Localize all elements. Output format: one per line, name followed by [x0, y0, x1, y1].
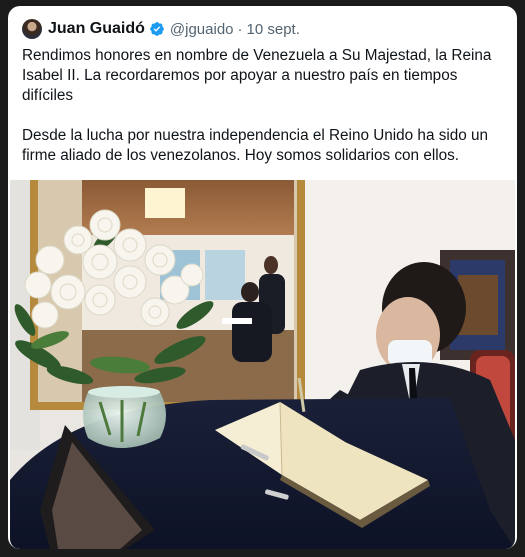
tweet-date[interactable]: 10 sept. — [247, 21, 300, 38]
photo-illustration — [10, 180, 515, 549]
tweet-paragraph-1: Rendimos honores en nombre de Venezuela … — [22, 47, 492, 104]
author-handle[interactable]: @jguaido — [170, 21, 234, 38]
separator-dot: · — [237, 20, 243, 38]
tweet-photo[interactable] — [10, 180, 515, 549]
avatar[interactable] — [22, 19, 42, 39]
tweet-text: Rendimos honores en nombre de Venezuela … — [22, 46, 508, 166]
author-name[interactable]: Juan Guaidó — [48, 20, 145, 38]
verified-badge-icon — [150, 22, 164, 36]
tweet-paragraph-2: Desde la lucha por nuestra independencia… — [22, 127, 489, 164]
tweet-card[interactable]: Juan Guaidó @jguaido · 10 sept. Rendimos… — [8, 6, 517, 549]
tweet-header: Juan Guaidó @jguaido · 10 sept. — [22, 18, 300, 40]
